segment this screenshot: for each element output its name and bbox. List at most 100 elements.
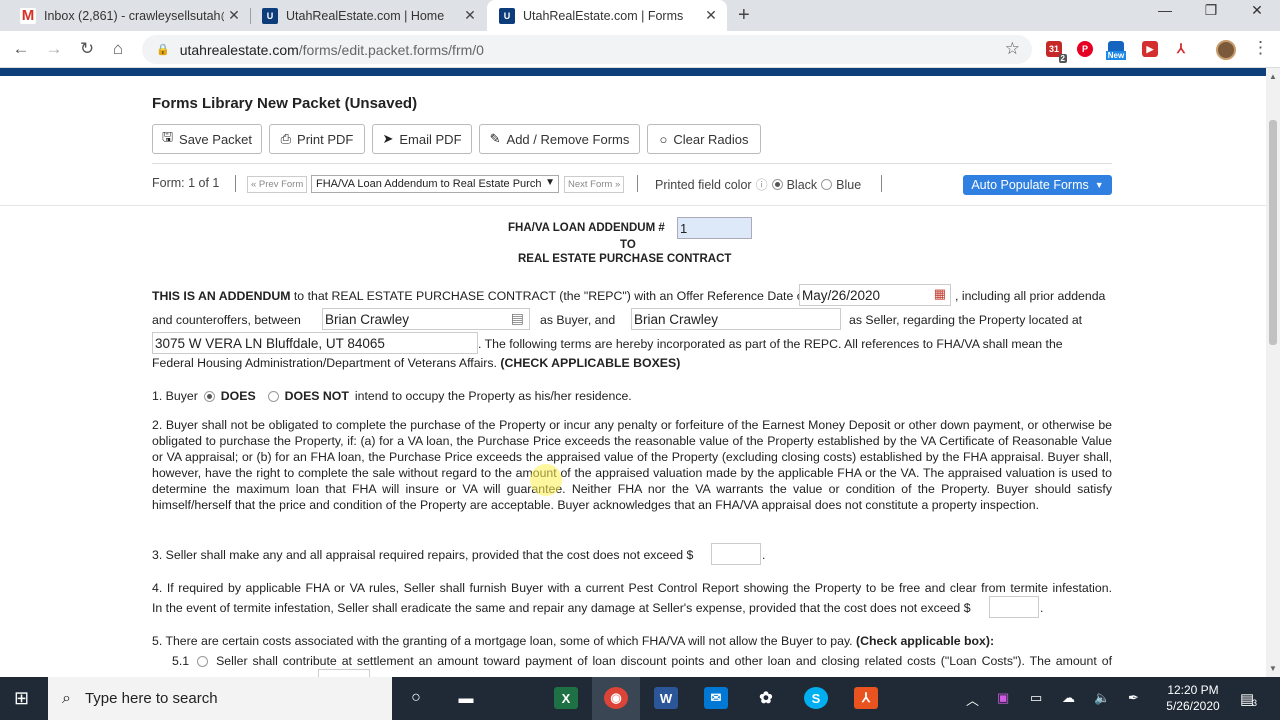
url-host: utahrealestate.com — [179, 41, 299, 58]
intro-line-4: Federal Housing Administration/Departmen… — [152, 356, 1112, 370]
scroll-up-icon[interactable]: ▲ — [1269, 72, 1277, 81]
utah-icon: U — [499, 7, 515, 24]
auto-populate-button[interactable]: Auto Populate Forms ▼ — [963, 175, 1112, 195]
seller-contribute-radio[interactable] — [197, 655, 209, 667]
does-radio[interactable] — [203, 390, 215, 402]
mail-icon[interactable]: ✉ — [704, 687, 728, 709]
browser-tab-strip: M Inbox (2,861) - crawleysellsutah@ ✕ U … — [0, 0, 1280, 31]
scroll-down-icon[interactable]: ▼ — [1269, 664, 1277, 673]
onedrive-icon[interactable]: ☁ — [1062, 690, 1075, 706]
does-not-radio[interactable] — [267, 390, 279, 402]
file-explorer-icon[interactable]: ▬ — [454, 687, 478, 709]
section-5: 5. There are certain costs associated wi… — [152, 634, 1112, 648]
color-black-radio[interactable] — [771, 179, 783, 190]
addendum-number-field[interactable]: 1 — [677, 217, 752, 239]
avatar[interactable] — [1216, 40, 1236, 60]
system-clock[interactable]: 12:20 PM 5/26/2020 — [1158, 682, 1228, 714]
acrobat-icon[interactable]: ⅄ — [1173, 41, 1189, 57]
edit-icon: ✎ — [489, 131, 501, 146]
extension-calendar-icon[interactable]: 31 2 — [1046, 41, 1067, 63]
minimize-icon[interactable]: — — [1150, 2, 1180, 18]
restore-icon[interactable]: ❐ — [1196, 2, 1226, 19]
paint-icon[interactable]: ✿ — [754, 687, 778, 709]
email-pdf-button[interactable]: ➤ Email PDF — [372, 124, 472, 154]
bookmark-star-icon[interactable]: ☆ — [1005, 39, 1020, 59]
section-5-1: 5.1 Seller shall contribute at settlemen… — [172, 654, 1112, 668]
new-tab-icon[interactable]: + — [738, 4, 750, 27]
scrollbar-thumb[interactable] — [1269, 120, 1277, 345]
calendar-icon[interactable]: ▦ — [934, 286, 946, 302]
form-count: Form: 1 of 1 — [152, 176, 220, 190]
print-icon: ⎙ — [280, 131, 292, 146]
page-scrollbar[interactable]: ▲ ▼ — [1266, 68, 1280, 677]
chevron-down-icon: ▼ — [1094, 180, 1104, 190]
battery-icon[interactable]: ▭ — [1030, 690, 1042, 706]
excel-icon[interactable]: X — [554, 687, 578, 709]
close-icon[interactable]: ✕ — [224, 7, 244, 24]
print-pdf-label: Print PDF — [297, 131, 354, 147]
forward-icon[interactable]: → — [43, 39, 65, 59]
offer-date-field[interactable]: May/26/2020 ▦ — [799, 284, 951, 306]
seller-name-field[interactable]: Brian Crawley — [631, 308, 841, 330]
screencast-icon[interactable]: ▶ — [1142, 41, 1158, 57]
extension-new-label: New — [1105, 51, 1127, 60]
offer-date-value: May/26/2020 — [802, 287, 881, 303]
chrome-icon[interactable]: ◉ — [604, 687, 628, 709]
pdf-app-icon[interactable]: ⅄ — [854, 687, 878, 709]
repair-cost-field[interactable] — [711, 543, 761, 565]
section-4-line-2: In the event of termite infestation, Sel… — [152, 601, 971, 615]
termite-cost-field[interactable] — [989, 596, 1039, 618]
clock-date: 5/26/2020 — [1166, 699, 1220, 713]
loan-costs-field[interactable] — [318, 669, 370, 677]
close-icon[interactable]: ✕ — [460, 7, 480, 24]
color-blue-radio[interactable] — [821, 179, 833, 190]
window-close-icon[interactable]: ✕ — [1242, 2, 1272, 19]
help-icon[interactable]: ⓘ — [756, 176, 768, 193]
task-view-icon[interactable]: ○ — [404, 687, 428, 709]
next-form-button[interactable]: Next Form » — [564, 176, 625, 193]
form-select[interactable]: FHA/VA Loan Addendum to Real Estate Purc… — [311, 175, 559, 193]
tab-title: Inbox (2,861) - crawleysellsutah@ — [44, 8, 224, 23]
site-brand-bar — [0, 68, 1266, 76]
clock-time: 12:20 PM — [1167, 683, 1219, 697]
address-bar[interactable]: 🔒 utahrealestate.com/forms/edit.packet.f… — [142, 35, 1032, 64]
taskbar-search[interactable]: ⌕ Type here to search — [48, 677, 392, 720]
page-title: Forms Library New Packet (Unsaved) — [152, 95, 418, 112]
close-icon[interactable]: ✕ — [701, 7, 721, 24]
save-packet-button[interactable]: 🖫 Save Packet — [152, 124, 262, 154]
skype-icon[interactable]: S — [804, 687, 828, 709]
notification-icon[interactable]: ▤ 3 — [1240, 690, 1257, 708]
add-remove-forms-label: Add / Remove Forms — [506, 131, 630, 147]
does-label: DOES — [220, 389, 256, 403]
contact-card-icon[interactable]: ▤ — [511, 310, 524, 327]
form-select-value: FHA/VA Loan Addendum to Real Estate Purc… — [316, 178, 542, 190]
buyer-name-field[interactable]: Brian Crawley ▤ — [322, 308, 530, 330]
home-icon[interactable]: ⌂ — [107, 39, 129, 59]
section-1: 1. Buyer DOES DOES NOT intend to occupy … — [152, 389, 1112, 403]
pen-icon[interactable]: ✒ — [1128, 690, 1139, 706]
pinterest-icon[interactable]: P — [1077, 41, 1093, 57]
addendum-heading: THIS IS AN ADDENDUM — [152, 289, 291, 303]
back-icon[interactable]: ← — [10, 39, 32, 59]
app-tray-icon[interactable]: ▣ — [997, 690, 1009, 706]
extension-new-icon[interactable]: New — [1105, 41, 1127, 60]
menu-kebab-icon[interactable]: ⋮ — [1252, 38, 1269, 58]
tab-gmail[interactable]: M Inbox (2,861) - crawleysellsutah@ ✕ — [8, 0, 250, 31]
print-pdf-button[interactable]: ⎙ Print PDF — [269, 124, 365, 154]
color-black-label: Black — [786, 177, 818, 192]
add-remove-forms-button[interactable]: ✎ Add / Remove Forms — [479, 124, 640, 154]
property-address-field[interactable]: 3075 W VERA LN Bluffdale, UT 84065 — [152, 332, 478, 354]
windows-start-icon[interactable]: ⊞ — [14, 688, 29, 709]
check-boxes-note: (CHECK APPLICABLE BOXES) — [500, 356, 681, 370]
tab-utah-forms[interactable]: U UtahRealEstate.com | Forms ✕ — [487, 0, 727, 31]
reload-icon[interactable]: ↻ — [76, 39, 98, 59]
tab-utah-home[interactable]: U UtahRealEstate.com | Home ✕ — [250, 0, 486, 31]
prev-form-button[interactable]: « Prev Form — [247, 176, 308, 193]
volume-icon[interactable]: 🔈 — [1094, 690, 1110, 706]
divider — [637, 175, 638, 192]
show-hidden-icons[interactable]: ︿ — [966, 690, 979, 709]
send-icon: ➤ — [382, 131, 394, 146]
clear-radios-button[interactable]: ○ Clear Radios — [647, 124, 761, 154]
word-icon[interactable]: W — [654, 687, 678, 709]
does-not-label: DOES NOT — [284, 389, 349, 403]
